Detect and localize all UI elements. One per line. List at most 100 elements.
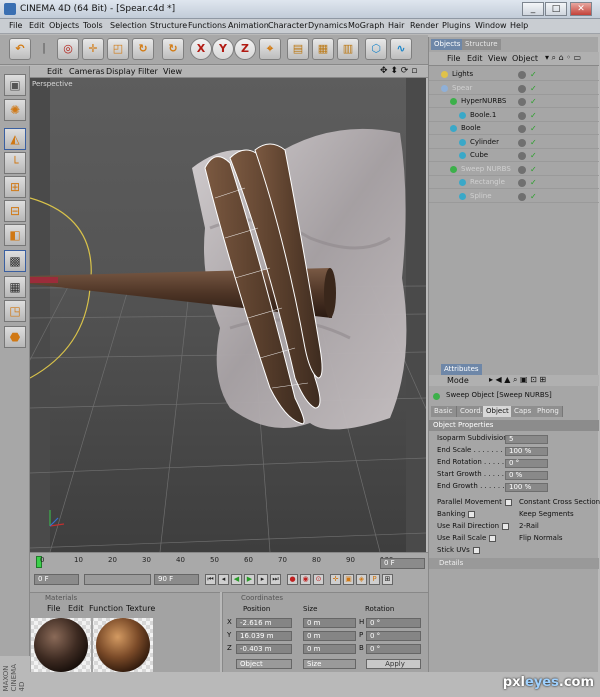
enabled-check-icon[interactable]: ✓ [530, 111, 537, 120]
menu-structure[interactable]: Structure [150, 21, 187, 30]
menu-render[interactable]: Render [410, 21, 438, 30]
end-frame-field[interactable]: 90 F [154, 574, 199, 585]
viewport-menu-filter[interactable]: Filter [138, 67, 158, 76]
keyframe-selection-icon[interactable]: ⊙ [313, 574, 324, 585]
visibility-dots-icon[interactable] [518, 111, 526, 120]
goto-end-icon[interactable]: ⏭ [270, 574, 281, 585]
max-frame-field[interactable]: 0 F [380, 558, 425, 569]
visibility-dots-icon[interactable] [518, 152, 526, 160]
attr-checkbox-row[interactable]: Keep Segments [519, 510, 574, 518]
menu-window[interactable]: Window [475, 21, 507, 30]
sculpt-icon[interactable]: ⬣ [4, 326, 26, 348]
enabled-check-icon[interactable]: ✓ [530, 178, 537, 187]
attr-details-group[interactable]: Details [429, 558, 599, 569]
menu-animation[interactable]: Animation [228, 21, 269, 30]
enabled-check-icon[interactable]: ✓ [530, 165, 537, 174]
play-forward-icon[interactable]: ▶ [244, 574, 255, 585]
render-view-icon[interactable]: ▤ [287, 38, 309, 60]
enabled-check-icon[interactable]: ✓ [530, 192, 537, 201]
key-parameter-icon[interactable]: P [369, 574, 380, 585]
attr-tab-caps[interactable]: Caps [511, 406, 536, 417]
scale-icon[interactable]: ◰ [107, 38, 129, 60]
workplane-icon[interactable]: ◳ [4, 300, 26, 322]
checkbox[interactable] [472, 546, 480, 554]
move-icon[interactable]: ✛ [82, 38, 104, 60]
viewport-menu-display[interactable]: Display [106, 67, 136, 76]
menu-selection[interactable]: Selection [110, 21, 147, 30]
next-key-icon[interactable]: ▸ [257, 574, 268, 585]
menu-help[interactable]: Help [510, 21, 528, 30]
tweak-mode-icon[interactable]: ▦ [4, 276, 26, 298]
object-row[interactable]: Rectangle ✓ [429, 176, 599, 189]
attr-field-input[interactable]: 100 % [505, 447, 548, 456]
current-frame-field[interactable]: 0 F [34, 574, 79, 585]
attr-field-input[interactable]: 100 % [505, 483, 548, 492]
menu-mograph[interactable]: MoGraph [348, 21, 384, 30]
menu-functions[interactable]: Functions [188, 21, 226, 30]
menu-file[interactable]: File [9, 21, 22, 30]
attr-checkbox-row[interactable]: 2-Rail [519, 522, 539, 530]
visibility-dots-icon[interactable] [518, 98, 526, 106]
close-button[interactable]: ✕ [570, 2, 592, 16]
preview-range-slider[interactable] [84, 574, 151, 585]
attr-field-input[interactable]: 5 [505, 435, 548, 444]
mat-menu-edit[interactable]: Edit [68, 604, 84, 613]
object-row[interactable]: Boole.1 ✓ [429, 109, 599, 122]
coord-rotation-field[interactable]: 0 ° [366, 644, 421, 654]
tab-objects[interactable]: Objects [431, 39, 464, 50]
coord-position-field[interactable]: -0.403 m [236, 644, 292, 654]
spline-icon[interactable]: ∿ [390, 38, 412, 60]
attr-checkbox-row[interactable]: Stick UVs [437, 546, 480, 554]
viewport-nav-icons[interactable]: ✥ ⬍ ⟳ ▫ [380, 66, 417, 76]
enabled-check-icon[interactable]: ✓ [530, 124, 537, 133]
object-row[interactable]: Cylinder ✓ [429, 136, 599, 149]
autokey-icon[interactable]: ◉ [300, 574, 311, 585]
attr-checkbox-row[interactable]: Use Rail Scale [437, 534, 497, 542]
viewport-menu-edit[interactable]: Edit [47, 67, 63, 76]
attr-nav-icons[interactable]: ▸ ◀ ▲ ⌕ ▣ ⊡ ⊞ [489, 375, 546, 385]
menu-tools[interactable]: Tools [83, 21, 103, 30]
minimize-button[interactable]: _ [522, 2, 544, 16]
enabled-check-icon[interactable]: ✓ [530, 84, 537, 93]
lock-x-axis-button[interactable]: X [190, 38, 212, 60]
visibility-dots-icon[interactable] [518, 84, 526, 93]
menu-dynamics[interactable]: Dynamics [308, 21, 347, 30]
key-position-icon[interactable]: ✛ [330, 574, 341, 585]
coord-rotation-field[interactable]: 0 ° [366, 618, 421, 628]
visibility-dots-icon[interactable] [518, 179, 526, 187]
object-axis-mode-icon[interactable]: ◭ [4, 128, 26, 150]
polygons-mode-icon[interactable]: ◧ [4, 224, 26, 246]
checkbox[interactable] [502, 522, 510, 530]
object-row[interactable]: Lights ✓ [429, 68, 599, 81]
undo-icon[interactable]: ↶ [9, 38, 31, 60]
key-pla-icon[interactable]: ⊞ [382, 574, 393, 585]
visibility-dots-icon[interactable] [518, 125, 526, 133]
menu-plugins[interactable]: Plugins [442, 21, 471, 30]
maximize-button[interactable]: □ [545, 2, 567, 16]
attr-field-input[interactable]: 0 % [505, 471, 548, 480]
om-menu-edit[interactable]: Edit [467, 54, 483, 63]
attr-tab-basic[interactable]: Basic [431, 406, 457, 417]
attr-mode-menu[interactable]: Mode [447, 376, 469, 385]
attr-tab-phong[interactable]: Phong [534, 406, 563, 417]
object-row[interactable]: HyperNURBS ✓ [429, 95, 599, 108]
lock-z-axis-button[interactable]: Z [234, 38, 256, 60]
attr-checkbox-row[interactable]: Constant Cross Section [519, 498, 600, 506]
coord-size-field[interactable]: 0 m [303, 644, 356, 654]
coord-size-dropdown[interactable]: Size [303, 659, 356, 669]
menu-hair[interactable]: Hair [388, 21, 404, 30]
points-mode-icon[interactable]: ⊞ [4, 176, 26, 198]
checkbox[interactable] [489, 534, 497, 542]
coord-position-field[interactable]: -2.616 m [236, 618, 292, 628]
viewport-menu-cameras[interactable]: Cameras [69, 67, 105, 76]
animation-mode-icon[interactable]: ▩ [4, 250, 26, 272]
lock-y-axis-button[interactable]: Y [212, 38, 234, 60]
mat-menu-texture[interactable]: Texture [126, 604, 155, 613]
prev-key-icon[interactable]: ◂ [218, 574, 229, 585]
perspective-viewport[interactable]: Perspective [30, 78, 426, 552]
apply-button[interactable]: Apply [366, 659, 421, 669]
enabled-check-icon[interactable]: ✓ [530, 151, 537, 160]
om-menu-view[interactable]: View [488, 54, 507, 63]
recent-tools-icon[interactable]: ↻ [162, 38, 184, 60]
coord-size-field[interactable]: 0 m [303, 631, 356, 641]
